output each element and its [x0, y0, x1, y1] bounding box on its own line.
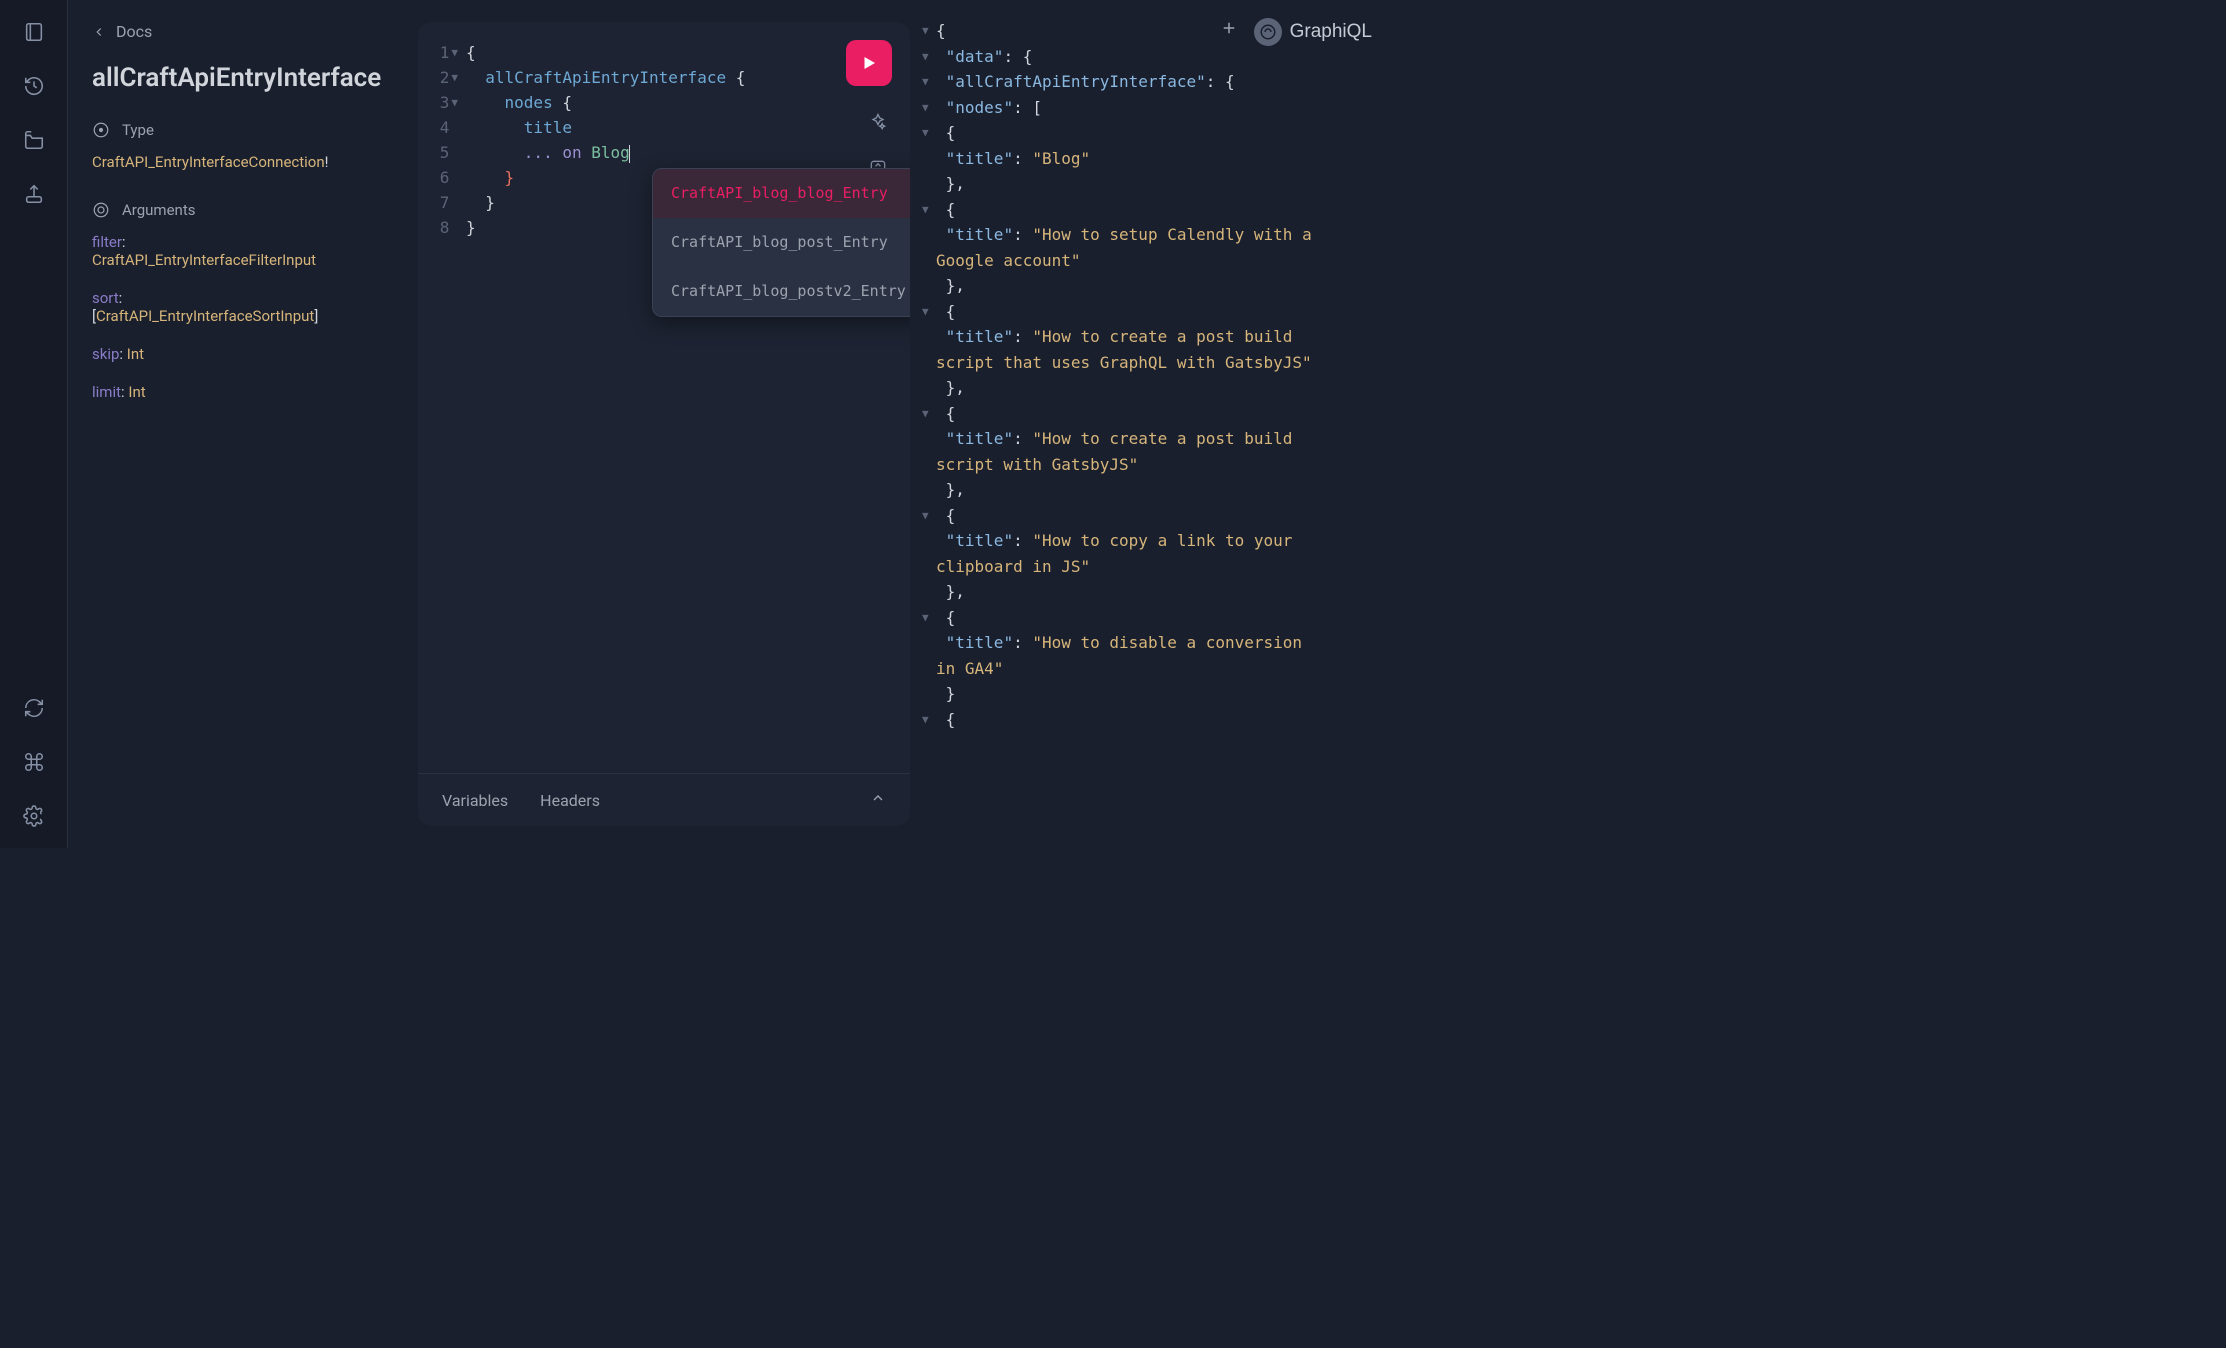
- query-editor-card: 1 ▼2 ▼3 ▼4 5 6 7 8 { allCraftApiEntryInt…: [418, 22, 910, 826]
- settings-icon[interactable]: [22, 804, 46, 828]
- autocomplete-item[interactable]: CraftAPI_blog_post_Entry: [653, 218, 910, 267]
- argument-row[interactable]: sort:[CraftAPI_EntryInterfaceSortInput]: [92, 289, 394, 325]
- editor-bottom-tabs: Variables Headers: [418, 773, 910, 826]
- results-panel: GraphiQL ▼{▼ "data": {▼ "allCraftApiEntr…: [910, 0, 1400, 848]
- graphiql-logo: GraphiQL: [1254, 18, 1372, 46]
- shortcuts-icon[interactable]: [22, 750, 46, 774]
- type-value[interactable]: CraftAPI_EntryInterfaceConnection!: [92, 153, 394, 171]
- docs-panel: Docs allCraftApiEntryInterface Type Craf…: [68, 0, 418, 848]
- argument-row[interactable]: limit: Int: [92, 383, 394, 401]
- history-icon[interactable]: [22, 74, 46, 98]
- arguments-heading: Arguments: [92, 201, 394, 219]
- sidebar-rail: [0, 0, 68, 848]
- autocomplete-item[interactable]: CraftAPI_blog_postv2_Entry: [653, 267, 910, 316]
- result-viewer[interactable]: ▼{▼ "data": {▼ "allCraftApiEntryInterfac…: [914, 18, 1380, 732]
- autocomplete-item[interactable]: CraftAPI_blog_blog_Entry: [653, 169, 910, 218]
- docs-back-label: Docs: [116, 22, 152, 41]
- chevron-up-icon[interactable]: [870, 790, 886, 810]
- export-icon[interactable]: [22, 182, 46, 206]
- explorer-icon[interactable]: [22, 128, 46, 152]
- argument-row[interactable]: filter:CraftAPI_EntryInterfaceFilterInpu…: [92, 233, 394, 269]
- query-editor[interactable]: 1 ▼2 ▼3 ▼4 5 6 7 8 { allCraftApiEntryInt…: [418, 22, 910, 773]
- autocomplete-popup: CraftAPI_blog_blog_EntryCraftAPI_blog_po…: [652, 168, 910, 317]
- docs-icon[interactable]: [22, 20, 46, 44]
- argument-row[interactable]: skip: Int: [92, 345, 394, 363]
- docs-title: allCraftApiEntryInterface: [92, 63, 394, 93]
- refresh-icon[interactable]: [22, 696, 46, 720]
- tab-headers[interactable]: Headers: [540, 791, 600, 810]
- tab-variables[interactable]: Variables: [442, 791, 508, 810]
- add-tab-icon[interactable]: [1220, 19, 1238, 45]
- docs-back-button[interactable]: Docs: [92, 22, 394, 41]
- type-heading: Type: [92, 121, 394, 139]
